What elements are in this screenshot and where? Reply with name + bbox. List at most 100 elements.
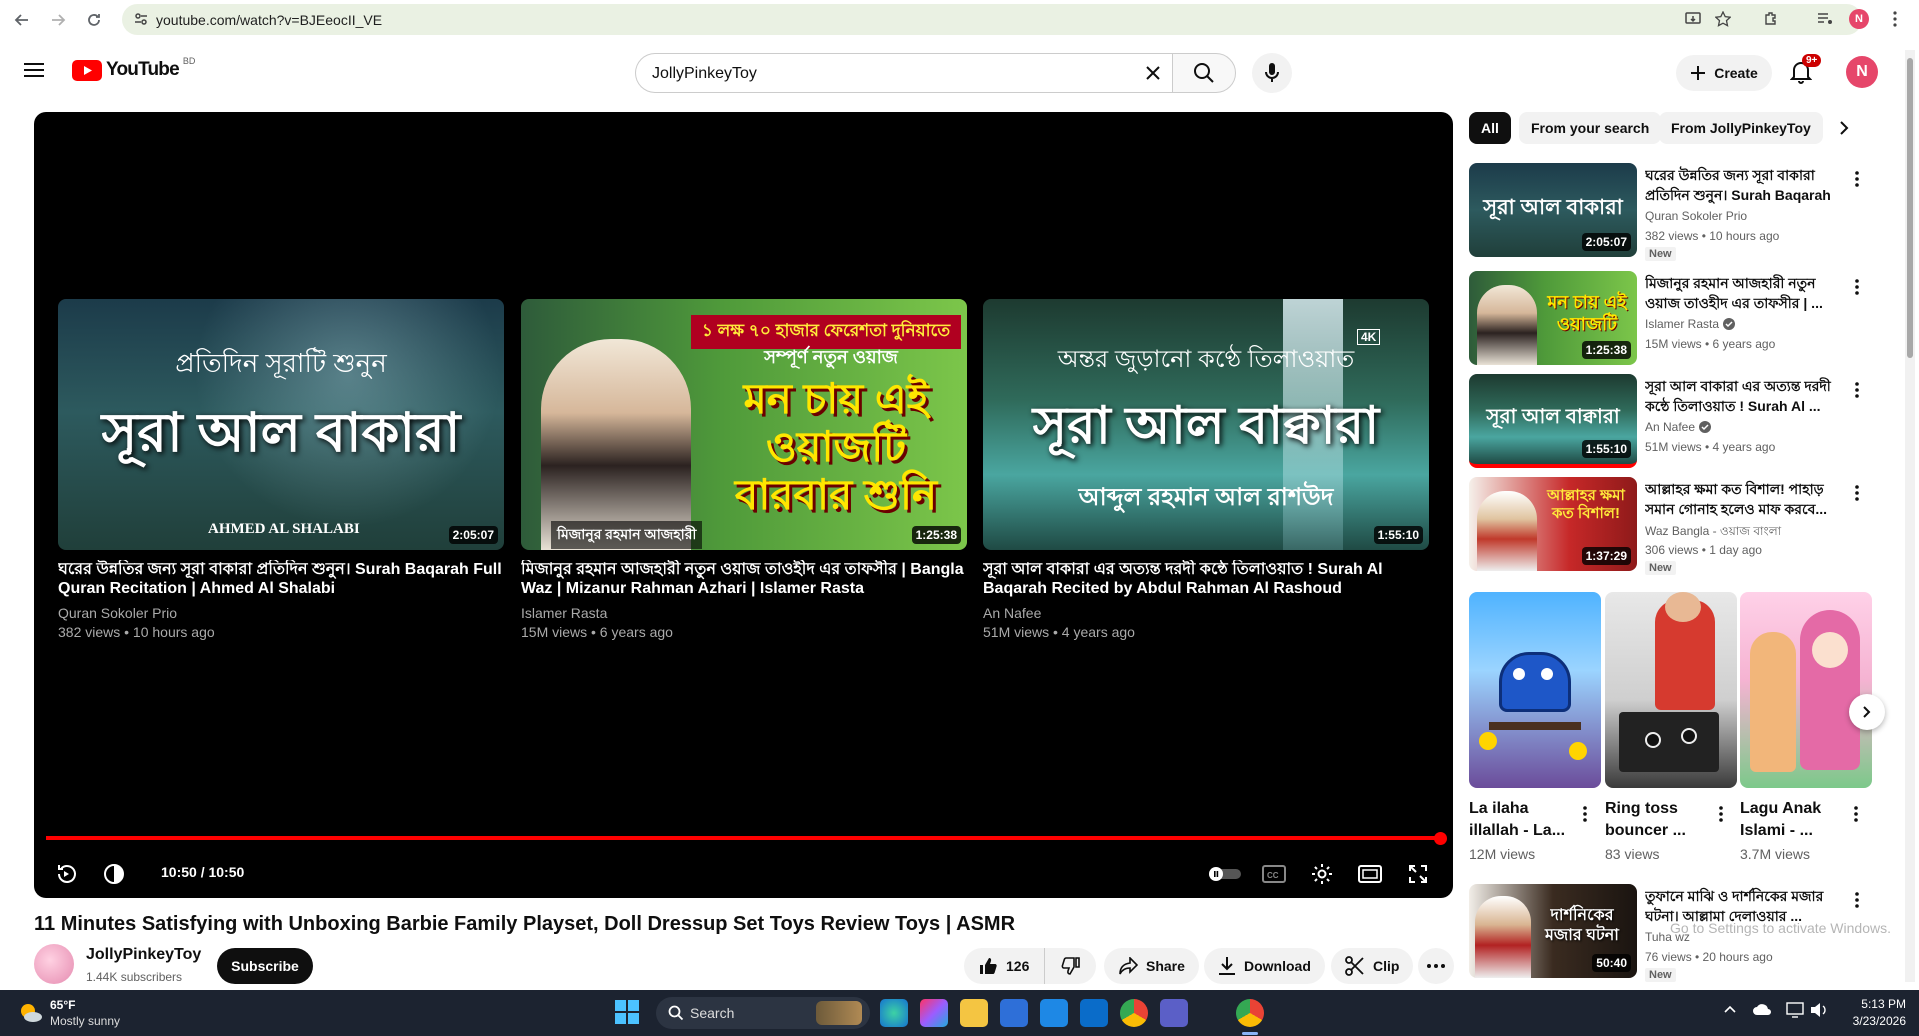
copilot-icon[interactable] [920, 999, 948, 1027]
more-options-icon[interactable] [1845, 888, 1869, 912]
search-input[interactable]: JollyPinkeyToy [635, 53, 1172, 93]
scrubber-handle[interactable] [1434, 832, 1447, 845]
shorts-card[interactable]: Ring toss bouncer ... 83 views [1605, 592, 1737, 862]
microsoft-store-icon[interactable] [1000, 999, 1028, 1027]
more-options-icon[interactable] [1845, 275, 1869, 299]
file-explorer-icon[interactable] [960, 999, 988, 1027]
end-card-thumbnail[interactable]: অন্তর জুড়ানো কণ্ঠে তিলাওয়াত সূরা আল বা… [983, 299, 1429, 550]
more-options-icon[interactable] [1854, 806, 1858, 822]
shorts-thumbnail[interactable] [1469, 592, 1601, 788]
edge-browser-icon[interactable] [880, 999, 908, 1027]
chevron-right-icon[interactable] [1838, 120, 1850, 136]
account-avatar[interactable]: N [1846, 56, 1878, 88]
media-controls-icon[interactable] [1814, 8, 1836, 30]
chrome-profile-icon[interactable] [1236, 999, 1264, 1027]
taskbar-clock-date[interactable]: 3/23/2026 [1826, 1014, 1906, 1028]
scrollbar-thumb[interactable] [1907, 58, 1913, 358]
more-options-icon[interactable] [1845, 378, 1869, 402]
back-icon[interactable] [8, 6, 36, 34]
browser-menu-icon[interactable] [1884, 8, 1906, 30]
end-screen-card[interactable]: অন্তর জুড়ানো কণ্ঠে তিলাওয়াত সূরা আল বা… [983, 299, 1429, 642]
like-button[interactable]: 126 [964, 948, 1044, 984]
more-options-icon[interactable] [1845, 481, 1869, 505]
related-video-title[interactable]: আল্লাহর ক্ষমা কত বিশাল! পাহাড় সমান গোনা… [1645, 479, 1845, 519]
related-video-title[interactable]: মিজানুর রহমান আজহারী নতুন ওয়াজ তাওহীদ এ… [1645, 273, 1845, 313]
show-hidden-icons[interactable] [1724, 1005, 1736, 1013]
shorts-title[interactable]: Ring toss bouncer ... [1605, 798, 1705, 842]
taskbar-clock-time[interactable]: 5:13 PM [1836, 997, 1906, 1011]
channel-name[interactable]: JollyPinkeyToy [86, 946, 201, 964]
end-screen-card[interactable]: ১ লক্ষ ৭০ হাজার ফেরেশতা দুনিয়াতে সম্পূর… [521, 299, 967, 642]
weather-temp[interactable]: 65°F [50, 998, 75, 1012]
taskbar-search[interactable]: Search [656, 997, 870, 1029]
related-video-thumbnail[interactable]: সূরা আল বাক্বারা 1:55:10 [1469, 374, 1637, 468]
remote-app-icon[interactable] [1080, 999, 1108, 1027]
notifications-button[interactable]: 9+ [1790, 54, 1822, 84]
end-card-title[interactable]: সূরা আল বাকারা এর অত্যন্ত দরদী কন্ঠে তিল… [983, 560, 1429, 598]
video-player[interactable]: প্রতিদিন সূরাটি শুনুন সূরা আল বাকারা AHM… [34, 112, 1453, 898]
related-video-item[interactable]: সূরা আল বাক্বারা 1:55:10 সূরা আল বাকারা … [1469, 374, 1869, 470]
shorts-thumbnail[interactable] [1740, 592, 1872, 788]
related-video-thumbnail[interactable]: সূরা আল বাকারা 2:05:07 [1469, 163, 1637, 257]
dislike-button[interactable] [1044, 948, 1096, 984]
related-video-channel[interactable]: Islamer Rasta [1645, 317, 1736, 331]
subscribe-button[interactable]: Subscribe [217, 948, 313, 984]
more-actions-button[interactable] [1418, 948, 1454, 984]
shorts-thumbnail[interactable] [1605, 592, 1737, 788]
related-video-thumbnail[interactable]: দার্শনিকের মজার ঘটনা 50:40 [1469, 884, 1637, 978]
more-options-icon[interactable] [1845, 167, 1869, 191]
end-card-thumbnail[interactable]: প্রতিদিন সূরাটি শুনুন সূরা আল বাকারা AHM… [58, 299, 504, 550]
reload-icon[interactable] [80, 6, 108, 34]
related-video-channel[interactable]: Waz Bangla - ওয়াজ বাংলা [1645, 523, 1781, 543]
related-video-channel[interactable]: An Nafee [1645, 420, 1712, 434]
hamburger-menu-icon[interactable] [24, 62, 44, 78]
related-video-item[interactable]: আল্লাহর ক্ষমা কত বিশাল! 1:37:29 আল্লাহর … [1469, 477, 1869, 575]
end-card-title[interactable]: মিজানুর রহমান আজহারী নতুন ওয়াজ তাওহীদ এ… [521, 560, 967, 598]
volume-icon[interactable] [96, 856, 132, 892]
install-app-icon[interactable] [1682, 8, 1704, 30]
fullscreen-icon[interactable] [1400, 856, 1436, 892]
shorts-next-button[interactable] [1849, 694, 1885, 730]
related-video-item[interactable]: সূরা আল বাকারা 2:05:07 ঘরের উন্নতির জন্য… [1469, 163, 1869, 261]
teams-icon[interactable] [1160, 999, 1188, 1027]
related-video-title[interactable]: সূরা আল বাকারা এর অত্যন্ত দরদী কন্ঠে তিল… [1645, 376, 1845, 416]
replay-icon[interactable] [48, 856, 84, 892]
shorts-card[interactable]: Lagu Anak Islami - ... 3.7M views [1740, 592, 1872, 862]
share-button[interactable]: Share [1104, 948, 1199, 984]
chip-all[interactable]: All [1469, 112, 1511, 144]
clip-button[interactable]: Clip [1331, 948, 1414, 984]
shorts-title[interactable]: Lagu Anak Islami - ... [1740, 798, 1840, 842]
outlook-icon[interactable] [1040, 999, 1068, 1027]
windows-start-icon[interactable] [614, 999, 642, 1027]
chrome-icon[interactable] [1120, 999, 1148, 1027]
chip-from-your-search[interactable]: From your search [1519, 112, 1662, 144]
end-card-thumbnail[interactable]: ১ লক্ষ ৭০ হাজার ফেরেশতা দুনিয়াতে সম্পূর… [521, 299, 967, 550]
search-button[interactable] [1172, 53, 1236, 93]
weather-condition[interactable]: Mostly sunny [50, 1014, 120, 1028]
settings-gear-icon[interactable] [1304, 856, 1340, 892]
extensions-icon[interactable] [1760, 8, 1782, 30]
related-video-item[interactable]: মন চায় এই ওয়াজটি 1:25:38 মিজানুর রহমান… [1469, 271, 1869, 367]
captions-icon[interactable]: CC [1256, 856, 1292, 892]
onedrive-cloud-icon[interactable] [1752, 1002, 1772, 1016]
address-bar[interactable]: youtube.com/watch?v=BJEeocII_VE [122, 4, 1862, 35]
autoplay-toggle[interactable] [1202, 856, 1248, 892]
weather-icon[interactable] [16, 999, 44, 1027]
site-info-icon[interactable] [134, 12, 148, 26]
bookmark-star-icon[interactable] [1712, 8, 1734, 30]
theater-mode-icon[interactable] [1352, 856, 1388, 892]
related-video-channel[interactable]: Quran Sokoler Prio [1645, 209, 1747, 223]
voice-search-button[interactable] [1252, 53, 1292, 93]
more-options-icon[interactable] [1583, 806, 1587, 822]
shorts-card[interactable]: La ilaha illallah - La... 12M views [1469, 592, 1601, 862]
youtube-logo[interactable]: YouTube BD [72, 56, 195, 81]
forward-icon[interactable] [44, 6, 72, 34]
shorts-title[interactable]: La ilaha illallah - La... [1469, 798, 1569, 842]
related-video-thumbnail[interactable]: আল্লাহর ক্ষমা কত বিশাল! 1:37:29 [1469, 477, 1637, 571]
end-screen-card[interactable]: প্রতিদিন সূরাটি শুনুন সূরা আল বাকারা AHM… [58, 299, 504, 642]
related-video-title[interactable]: ঘরের উন্নতির জন্য সূরা বাকারা প্রতিদিন শ… [1645, 165, 1845, 205]
more-options-icon[interactable] [1719, 806, 1723, 822]
chip-from-channel[interactable]: From JollyPinkeyToy [1659, 112, 1823, 144]
end-card-title[interactable]: ঘরের উন্নতির জন্য সূরা বাকারা প্রতিদিন শ… [58, 560, 504, 598]
progress-bar[interactable] [46, 836, 1441, 840]
